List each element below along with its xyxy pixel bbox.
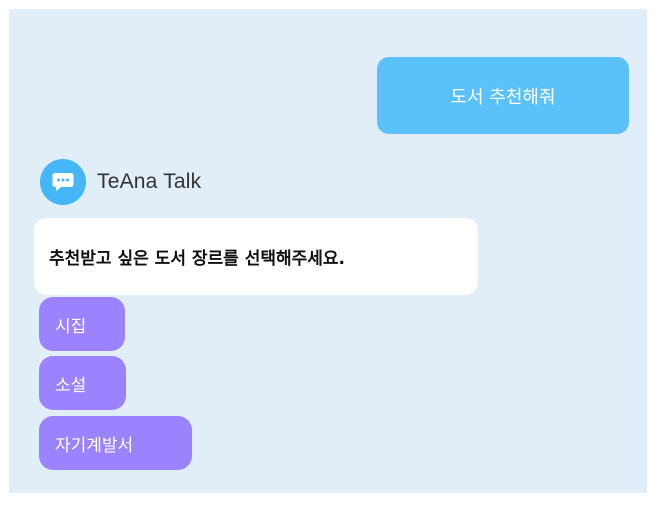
- chat-bubble-icon: [52, 173, 74, 191]
- option-button-novel[interactable]: 소설: [39, 356, 126, 410]
- bot-avatar: [40, 159, 86, 205]
- chat-panel: 도서 추천해줘 TeAna Talk 추천받고 싶은 도서 장르를 선택해주세요…: [9, 9, 647, 493]
- bot-message-text: 추천받고 싶은 도서 장르를 선택해주세요.: [49, 249, 346, 269]
- bot-message-bubble: 추천받고 싶은 도서 장르를 선택해주세요.: [34, 218, 478, 295]
- bot-name: TeAna Talk: [97, 170, 202, 193]
- option-label: 시집: [55, 316, 87, 337]
- option-button-self-help[interactable]: 자기계발서: [39, 416, 192, 470]
- bot-header: TeAna Talk: [40, 159, 201, 205]
- option-button-poetry[interactable]: 시집: [39, 297, 125, 351]
- option-label: 소설: [55, 375, 87, 396]
- user-message-bubble: 도서 추천해줘: [377, 57, 629, 134]
- option-label: 자기계발서: [55, 435, 134, 456]
- user-message-text: 도서 추천해줘: [450, 86, 556, 108]
